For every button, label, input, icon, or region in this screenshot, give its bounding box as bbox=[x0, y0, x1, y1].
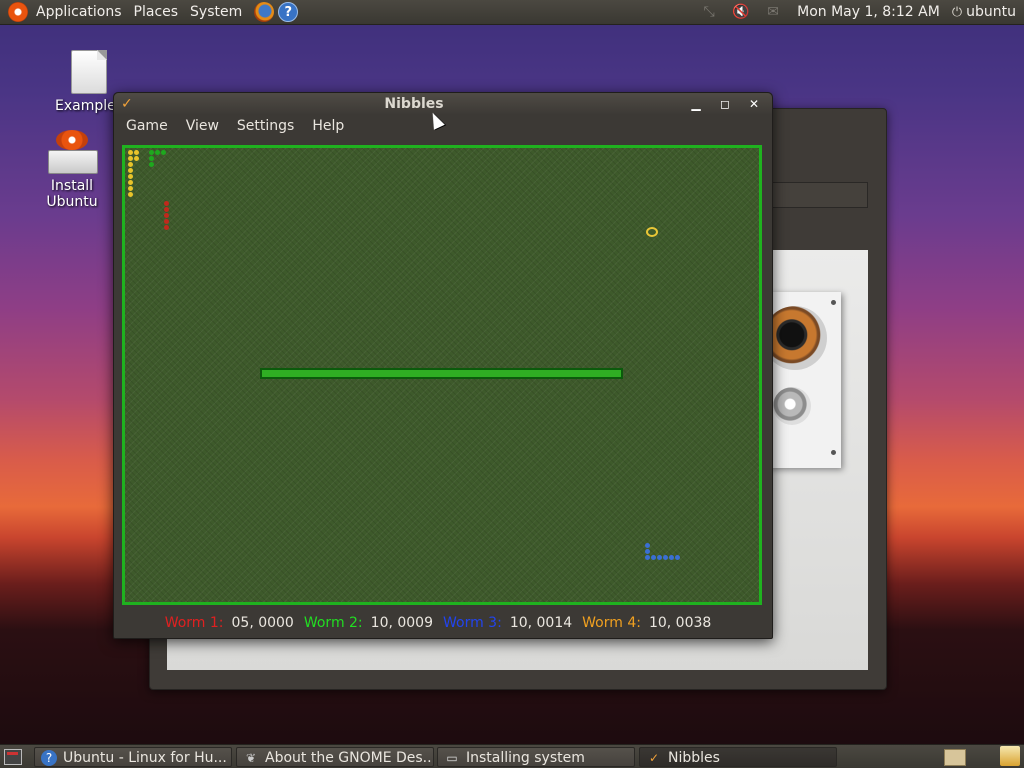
show-desktop-icon[interactable] bbox=[4, 749, 22, 765]
task-ubuntu-help[interactable]: ? Ubuntu - Linux for Hu... bbox=[34, 747, 232, 767]
bonus-ring-icon bbox=[646, 227, 658, 237]
worm-4-score: 10, 0038 bbox=[648, 615, 712, 631]
firefox-launcher-icon[interactable] bbox=[254, 2, 275, 22]
gnome-foot-icon: ❦ bbox=[245, 751, 257, 765]
menu-game[interactable]: Game bbox=[120, 115, 174, 139]
help-icon: ? bbox=[41, 750, 57, 766]
task-installing-system[interactable]: ▭ Installing system bbox=[437, 747, 635, 767]
task-nibbles[interactable]: ✓ Nibbles bbox=[639, 747, 837, 767]
task-label: Nibbles bbox=[668, 750, 720, 766]
menu-applications[interactable]: Applications bbox=[30, 0, 128, 24]
user-menu[interactable]: ⏻ ubuntu bbox=[952, 4, 1016, 20]
title-bar[interactable]: ✓ Nibbles ▁ ◻ ✕ bbox=[114, 93, 772, 115]
bottom-panel: ? Ubuntu - Linux for Hu... ❦ About the G… bbox=[0, 744, 1024, 768]
trash-icon[interactable] bbox=[1000, 746, 1020, 766]
worm-4-label: Worm 4: bbox=[582, 615, 641, 631]
menu-help[interactable]: Help bbox=[306, 115, 350, 139]
score-bar: Worm 1: 05, 0000 Worm 2: 10, 0009 Worm 3… bbox=[114, 611, 772, 635]
help-launcher-icon[interactable]: ? bbox=[278, 2, 299, 22]
volume-icon[interactable]: 🔇 bbox=[732, 4, 750, 20]
worm-3-score: 10, 0014 bbox=[509, 615, 573, 631]
desktop-icon-install-ubuntu[interactable]: Install Ubuntu bbox=[24, 130, 120, 210]
power-icon: ⏻ bbox=[951, 4, 963, 20]
worm-3-label: Worm 3: bbox=[443, 615, 502, 631]
worm-2-label: Worm 2: bbox=[303, 615, 363, 631]
user-name: ubuntu bbox=[966, 4, 1016, 20]
network-icon[interactable]: ⤡ bbox=[700, 4, 718, 20]
task-label: Ubuntu - Linux for Hu... bbox=[63, 750, 227, 766]
task-label: About the GNOME Des... bbox=[265, 750, 434, 766]
menu-settings[interactable]: Settings bbox=[231, 115, 300, 139]
minimize-button[interactable]: ▁ bbox=[687, 95, 705, 113]
worm-2-score: 10, 0009 bbox=[370, 615, 433, 631]
maximize-button[interactable]: ◻ bbox=[716, 95, 734, 113]
mail-icon[interactable]: ✉ bbox=[764, 4, 782, 20]
task-label: Installing system bbox=[466, 750, 585, 766]
top-panel: Applications Places System ? ⤡ 🔇 ✉ Mon M… bbox=[0, 0, 1024, 25]
menu-view[interactable]: View bbox=[180, 115, 225, 139]
menu-system[interactable]: System bbox=[184, 0, 248, 24]
menu-bar: Game View Settings Help bbox=[114, 115, 772, 139]
worm-1-score: 05, 0000 bbox=[231, 615, 294, 631]
workspace-switcher-icon[interactable] bbox=[944, 749, 966, 766]
window-title: Nibbles bbox=[384, 96, 444, 112]
clock[interactable]: Mon May 1, 8:12 AM bbox=[797, 4, 940, 20]
worm-1-label: Worm 1: bbox=[164, 615, 224, 631]
game-board[interactable] bbox=[122, 145, 762, 605]
menu-places[interactable]: Places bbox=[128, 0, 185, 24]
installer-icon: ▭ bbox=[446, 751, 458, 765]
speaker-image bbox=[763, 292, 841, 468]
document-icon bbox=[71, 50, 107, 94]
nibbles-window[interactable]: ✓ Nibbles ▁ ◻ ✕ Game View Settings Help bbox=[113, 92, 773, 639]
nibbles-icon: ✓ bbox=[648, 751, 660, 765]
installer-field bbox=[770, 182, 868, 208]
system-tray: ⤡ 🔇 ✉ Mon May 1, 8:12 AM ⏻ ubuntu bbox=[693, 0, 1024, 24]
wall-bar bbox=[260, 368, 623, 379]
close-button[interactable]: ✕ bbox=[745, 95, 763, 113]
task-about-gnome[interactable]: ❦ About the GNOME Des... bbox=[236, 747, 434, 767]
ubuntu-logo-icon[interactable] bbox=[8, 2, 28, 22]
desktop-icon-label: Install Ubuntu bbox=[46, 178, 98, 210]
install-icon bbox=[48, 130, 98, 176]
